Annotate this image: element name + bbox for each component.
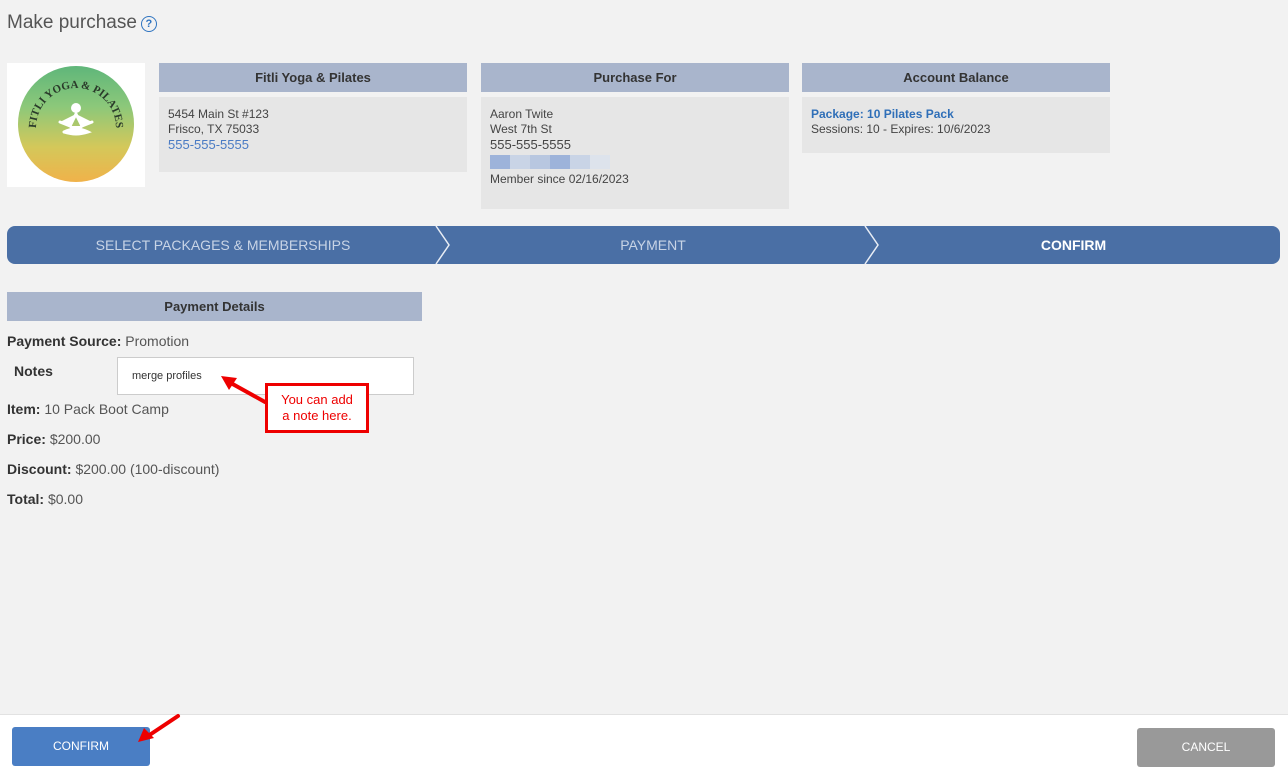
- annotation-callout: You can add a note here.: [265, 383, 369, 433]
- item-value: 10 Pack Boot Camp: [44, 401, 169, 417]
- page-title: Make purchase: [7, 12, 137, 33]
- studio-logo: FITLI YOGA & PILATES: [7, 63, 145, 187]
- studio-address-line1: 5454 Main St #123: [168, 107, 269, 121]
- total-label: Total:: [7, 491, 45, 507]
- member-since: Member since 02/16/2023: [490, 172, 629, 186]
- studio-header: Fitli Yoga & Pilates: [159, 63, 467, 92]
- payment-details-header: Payment Details: [7, 292, 422, 321]
- account-balance-header: Account Balance: [802, 63, 1110, 92]
- question-circle-icon[interactable]: ?: [140, 15, 157, 32]
- studio-phone-link[interactable]: 555-555-5555: [168, 137, 458, 152]
- sessions-info: Sessions: 10 - Expires: 10/6/2023: [811, 122, 991, 136]
- step-payment: PAYMENT: [620, 237, 686, 253]
- step-confirm: CONFIRM: [1040, 237, 1107, 253]
- account-balance-card: Account Balance Package: 10 Pilates Pack…: [802, 63, 1110, 153]
- item-label: Item:: [7, 401, 41, 417]
- redacted-email: [490, 155, 780, 169]
- studio-card: Fitli Yoga & Pilates 5454 Main St #123 F…: [159, 63, 467, 172]
- callout-line1: You can add: [281, 392, 353, 407]
- purchase-for-card: Purchase For Aaron Twite West 7th St 555…: [481, 63, 789, 209]
- total-row: Total: $0.00: [7, 491, 83, 507]
- discount-label: Discount:: [7, 461, 72, 477]
- step-select-packages: SELECT PACKAGES & MEMBERSHIPS: [95, 237, 351, 253]
- price-row: Price: $200.00: [7, 431, 100, 447]
- price-label: Price:: [7, 431, 46, 447]
- purchase-for-header: Purchase For: [481, 63, 789, 92]
- customer-info: Aaron Twite West 7th St 555-555-5555 Mem…: [481, 97, 789, 209]
- package-link[interactable]: Package: 10 Pilates Pack: [811, 107, 1101, 122]
- confirm-arrow-icon: [138, 714, 180, 742]
- callout-line2: a note here.: [282, 408, 352, 423]
- studio-address-line2: Frisco, TX 75033: [168, 122, 260, 136]
- page-header: Make purchase ?: [7, 12, 157, 34]
- meditation-figure-icon: FITLI YOGA & PILATES: [27, 79, 125, 136]
- total-value: $0.00: [47, 491, 84, 507]
- discount-value: $200.00 (100-discount): [75, 461, 220, 477]
- customer-phone: 555-555-5555: [490, 137, 571, 152]
- customer-street: West 7th St: [490, 122, 552, 136]
- checkout-progress: SELECT PACKAGES & MEMBERSHIPS PAYMENT CO…: [7, 226, 1280, 264]
- balance-info: Package: 10 Pilates Pack Sessions: 10 - …: [802, 97, 1110, 153]
- payment-source-value: Promotion: [125, 333, 190, 349]
- cancel-button[interactable]: CANCEL: [1137, 728, 1275, 767]
- footer-bar: [0, 714, 1288, 778]
- notes-label: Notes: [14, 363, 53, 379]
- payment-source-label: Payment Source:: [7, 333, 122, 349]
- discount-row: Discount: $200.00 (100-discount): [7, 461, 219, 477]
- item-row: Item: 10 Pack Boot Camp: [7, 401, 169, 417]
- customer-name: Aaron Twite: [490, 107, 554, 121]
- payment-source-row: Payment Source: Promotion: [7, 333, 189, 349]
- logo-circle: FITLI YOGA & PILATES: [18, 66, 134, 182]
- price-value: $200.00: [49, 431, 101, 447]
- studio-info: 5454 Main St #123 Frisco, TX 75033 555-5…: [159, 97, 467, 172]
